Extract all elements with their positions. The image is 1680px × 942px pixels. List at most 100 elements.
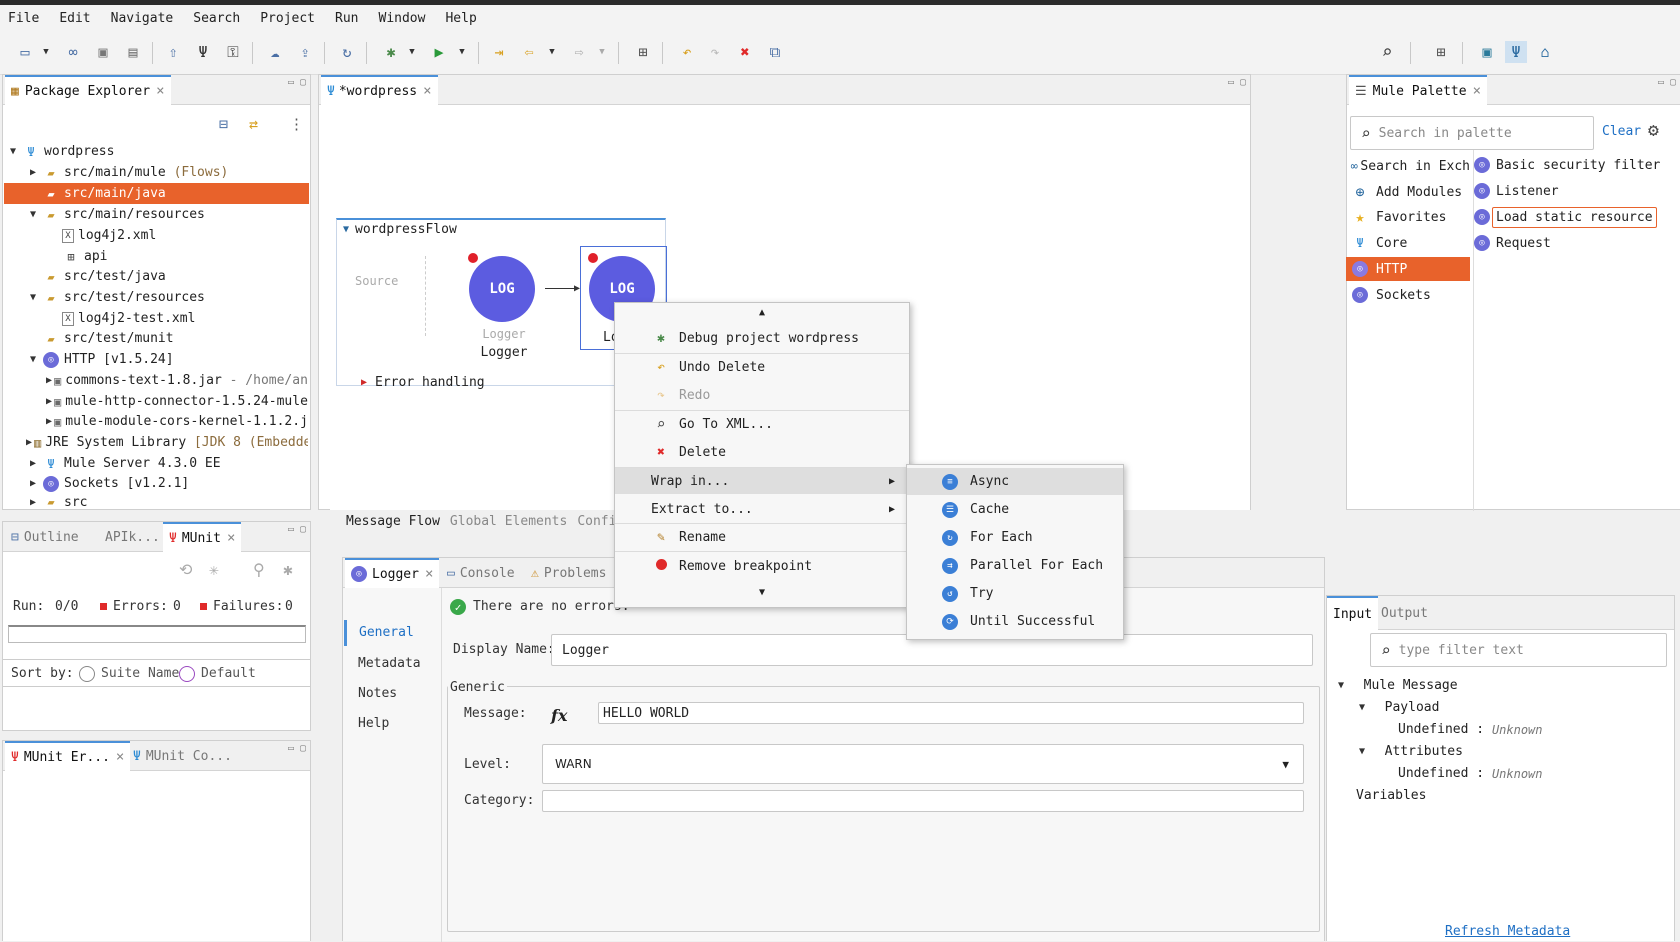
save-all-icon[interactable]: ▤ bbox=[122, 41, 144, 63]
menu-navigate[interactable]: Navigate bbox=[111, 11, 174, 26]
tree-item-src-test-java[interactable]: ▰ src/test/java bbox=[40, 266, 300, 287]
palette-search-input[interactable]: ⌕ Search in palette bbox=[1350, 116, 1594, 150]
delete-icon[interactable]: ✖ bbox=[734, 41, 756, 63]
palette-category-core[interactable]: Ψ Core bbox=[1346, 231, 1470, 255]
mule-link-icon[interactable]: ∞ bbox=[62, 41, 84, 63]
tab-logger[interactable]: ◎ Logger × bbox=[345, 558, 440, 588]
palette-item-basic-security-filter[interactable]: ◎ Basic security filter bbox=[1474, 153, 1660, 177]
tab-global-elements[interactable]: Global Elements bbox=[450, 514, 567, 529]
mule-design-perspective-icon[interactable]: Ψ bbox=[1505, 41, 1527, 63]
undo-icon[interactable]: ↶ bbox=[676, 41, 698, 63]
close-icon[interactable]: × bbox=[423, 83, 431, 99]
menu-item-remove-breakpoint[interactable]: Remove breakpoint bbox=[615, 553, 909, 579]
tree-item-log4j2-test-xml[interactable]: X log4j2-test.xml bbox=[60, 308, 300, 329]
tree-item-src-main-resources[interactable]: ▼ ▰ src/main/resources bbox=[26, 204, 306, 225]
palette-category-search-exchange[interactable]: ∞ Search in Exch bbox=[1346, 154, 1470, 178]
close-icon[interactable]: × bbox=[116, 749, 124, 765]
debug-dropdown-icon[interactable]: ▼ bbox=[406, 41, 418, 63]
tree-item-wordpress[interactable]: ▼ Ψ wordpress bbox=[6, 141, 306, 162]
publish-icon[interactable]: ⇪ bbox=[294, 41, 316, 63]
refresh-metadata-link[interactable]: Refresh Metadata bbox=[1445, 924, 1570, 939]
design-perspective-icon[interactable]: ▣ bbox=[1476, 41, 1498, 63]
tree-item-jre-system-library[interactable]: ▶▥ JRE System Library [JDK 8 (Embedded)] bbox=[26, 432, 308, 453]
tree-item-http[interactable]: ▼ ◎ HTTP [v1.5.24] bbox=[26, 349, 306, 370]
tab-munit[interactable]: Ψ MUnit × bbox=[163, 522, 242, 552]
mule-icon[interactable]: Ψ bbox=[192, 41, 214, 63]
export-icon[interactable]: ⚿ bbox=[222, 41, 244, 63]
close-icon[interactable]: × bbox=[1473, 83, 1481, 99]
palette-category-sockets[interactable]: ◎ Sockets bbox=[1346, 283, 1470, 307]
tree-item-api[interactable]: ⊞ api bbox=[60, 246, 300, 267]
menu-search[interactable]: Search bbox=[193, 11, 240, 26]
level-select[interactable]: WARN ▼ bbox=[542, 744, 1304, 784]
fx-toggle-button[interactable]: fx bbox=[551, 706, 567, 725]
radio-default[interactable] bbox=[179, 666, 195, 682]
radio-suite-name[interactable] bbox=[79, 666, 95, 682]
run-icon[interactable]: ▶ bbox=[428, 41, 450, 63]
message-input[interactable]: HELLO WORLD bbox=[598, 702, 1304, 724]
menu-item-extract-to[interactable]: Extract to... ▶ bbox=[615, 496, 909, 522]
tab-problems[interactable]: ⚠ Problems bbox=[525, 558, 612, 588]
search-icon[interactable]: ⌕ bbox=[1376, 41, 1398, 63]
submenu-item-for-each[interactable]: ↻ For Each bbox=[907, 524, 1123, 551]
palette-category-favorites[interactable]: ★ Favorites bbox=[1346, 205, 1470, 229]
exchange-icon[interactable]: ☁ bbox=[264, 41, 286, 63]
submenu-item-try[interactable]: ↺ Try bbox=[907, 580, 1123, 607]
nav-notes[interactable]: Notes bbox=[358, 686, 397, 701]
collapse-flow-icon[interactable]: ▼ bbox=[343, 224, 349, 235]
open-perspective-icon[interactable]: ⊞ bbox=[632, 41, 654, 63]
tree-item-log4j2-xml[interactable]: X log4j2.xml bbox=[60, 225, 300, 246]
back-dropdown-icon[interactable]: ▼ bbox=[546, 41, 558, 63]
tree-item-sockets[interactable]: ▶ ◎ Sockets [v1.2.1] bbox=[26, 473, 306, 494]
view-menu-icon[interactable]: ⋮ bbox=[289, 115, 304, 133]
rerun-icon[interactable]: ⟲ bbox=[179, 560, 192, 579]
submenu-item-cache[interactable]: ☰ Cache bbox=[907, 496, 1123, 523]
tab-mule-palette[interactable]: ☰ Mule Palette × bbox=[1349, 75, 1488, 105]
collapse-all-icon[interactable]: ⊟ bbox=[219, 115, 228, 133]
forward-dropdown-icon[interactable]: ▼ bbox=[596, 41, 608, 63]
debug-icon[interactable]: ✱ bbox=[380, 41, 402, 63]
menu-item-delete[interactable]: ✖ Delete bbox=[615, 439, 909, 465]
tab-console[interactable]: ▭ Console bbox=[441, 558, 521, 588]
rerun-failed-icon[interactable]: ✳ bbox=[209, 560, 219, 579]
minimize-maximize-icon[interactable]: ▭ ▢ bbox=[1658, 77, 1676, 88]
tree-item-mule-module-cors-jar[interactable]: ▶ ▣ mule-module-cors-kernel-1.1.2.jar bbox=[46, 411, 308, 432]
logger-component-1[interactable]: LOG bbox=[469, 256, 535, 322]
tab-apikit[interactable]: APIk... bbox=[99, 522, 166, 552]
next-annotation-icon[interactable]: ⇥ bbox=[488, 41, 510, 63]
menu-window[interactable]: Window bbox=[379, 11, 426, 26]
save-icon[interactable]: ▣ bbox=[92, 41, 114, 63]
nav-metadata[interactable]: Metadata bbox=[358, 656, 421, 671]
palette-item-listener[interactable]: ◎ Listener bbox=[1474, 179, 1559, 203]
metadata-filter-input[interactable]: ⌕ type filter text bbox=[1370, 633, 1667, 667]
tree-item-src-main-java[interactable]: ▰ src/main/java bbox=[4, 183, 309, 204]
submenu-item-until-successful[interactable]: ⟳ Until Successful bbox=[907, 608, 1123, 635]
tab-munit-errors[interactable]: Ψ MUnit Er... × bbox=[5, 741, 131, 771]
tree-item-src-test-resources[interactable]: ▼ ▰ src/test/resources bbox=[26, 287, 306, 308]
perspective-icon[interactable]: ⊞ bbox=[1430, 41, 1452, 63]
tab-output[interactable]: Output bbox=[1375, 596, 1434, 630]
tab-configuration-xml[interactable]: Configur bbox=[577, 514, 616, 529]
tab-package-explorer[interactable]: ▦ Package Explorer × bbox=[5, 75, 171, 105]
palette-item-request[interactable]: ◎ Request bbox=[1474, 231, 1551, 255]
menu-file[interactable]: File bbox=[8, 11, 39, 26]
link-with-editor-icon[interactable]: ⇄ bbox=[249, 115, 258, 133]
tree-item-src[interactable]: ▶ ▰ src bbox=[26, 494, 306, 510]
metadata-node-mule-message[interactable]: ▼ Mule Message bbox=[1334, 675, 1458, 696]
menu-item-go-to-xml[interactable]: ⌕ Go To XML... bbox=[615, 411, 909, 437]
forward-icon[interactable]: ⇨ bbox=[568, 41, 590, 63]
menu-project[interactable]: Project bbox=[260, 11, 315, 26]
menu-item-undo-delete[interactable]: ↶ Undo Delete bbox=[615, 354, 909, 380]
menu-edit[interactable]: Edit bbox=[59, 11, 90, 26]
minimize-maximize-icon[interactable]: ▭ ▢ bbox=[288, 743, 306, 754]
tab-outline[interactable]: ⊟ Outline bbox=[5, 522, 85, 552]
source-placeholder[interactable]: Source bbox=[355, 274, 398, 288]
deploy-icon[interactable]: ⇧ bbox=[162, 41, 184, 63]
tree-item-mule-server[interactable]: ▶ Ψ Mule Server 4.3.0 EE bbox=[26, 453, 306, 474]
tree-item-src-test-munit[interactable]: ▰ src/test/munit bbox=[40, 328, 300, 349]
palette-item-load-static-resource[interactable]: ◎ Load static resource bbox=[1474, 205, 1657, 229]
menu-item-rename[interactable]: ✎ Rename bbox=[615, 524, 909, 550]
nav-general[interactable]: General bbox=[359, 625, 414, 640]
minimize-maximize-icon[interactable]: ▭ ▢ bbox=[288, 524, 306, 535]
submenu-item-parallel-for-each[interactable]: ⇉ Parallel For Each bbox=[907, 552, 1123, 579]
